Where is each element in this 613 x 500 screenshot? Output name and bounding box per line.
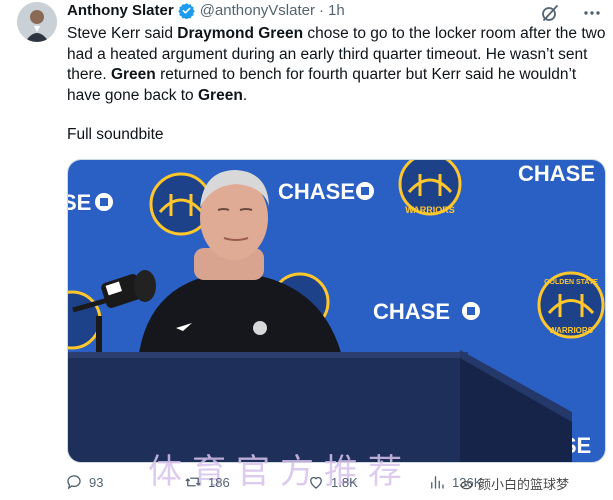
- attribution-text: 颜小白的篮球梦: [478, 477, 570, 492]
- retweet-count: 186: [208, 474, 230, 490]
- warriors-logo-right: GOLDEN STATE WARRIORS: [537, 271, 605, 339]
- more-dots-icon[interactable]: [583, 3, 601, 23]
- tweet-header: Anthony Slater @anthonyVslater · 1h: [67, 0, 345, 20]
- tweet-text: Steve Kerr said Draymond Green chose to …: [67, 24, 607, 106]
- weibo-logo-icon: [460, 480, 473, 489]
- verified-badge-icon: [177, 2, 195, 19]
- text-part: .: [242, 86, 248, 104]
- like-button[interactable]: 1.8K: [307, 473, 358, 491]
- logo-text: GOLDEN STATE: [544, 279, 598, 286]
- heart-icon: [310, 476, 322, 489]
- source-attribution: 颜小白的篮球梦: [460, 474, 569, 493]
- soundbite-text: Full soundbite: [67, 126, 164, 143]
- logo-text: WARRIORS: [549, 326, 594, 335]
- retweet-button[interactable]: 186: [184, 473, 230, 491]
- reply-button[interactable]: 93: [65, 473, 103, 491]
- like-count: 1.8K: [331, 474, 358, 490]
- views-bar-icon: [431, 476, 444, 489]
- author-avatar[interactable]: [17, 2, 57, 42]
- separator-dot: ·: [318, 1, 324, 19]
- banner-chase-middle: CHASE: [373, 299, 450, 324]
- reply-count: 93: [89, 474, 104, 490]
- banner-chase-top-right: CHASE: [518, 161, 595, 186]
- tweet-time[interactable]: 1h: [328, 2, 345, 19]
- banner-chase-top: CHASE: [278, 179, 355, 204]
- warriors-logo-top-center: WARRIORS: [398, 160, 462, 216]
- logo-text: WARRIORS: [405, 205, 455, 215]
- banner-chase-left: SE: [68, 190, 91, 215]
- bold-green: Green: [110, 66, 156, 84]
- video-media[interactable]: SE CHASE CHASE CHASE ASE WARRIORS: [67, 159, 606, 463]
- author-name[interactable]: Anthony Slater: [67, 2, 174, 19]
- mention-draymond-green: Draymond Green: [177, 25, 304, 42]
- author-handle[interactable]: @anthonyVslater: [200, 2, 315, 19]
- retweet-icon: [185, 477, 201, 487]
- reply-icon: [67, 475, 81, 490]
- text-part: Steve Kerr said: [67, 25, 178, 42]
- bold-green: Green: [198, 86, 243, 104]
- grok-slash-icon[interactable]: [540, 3, 560, 23]
